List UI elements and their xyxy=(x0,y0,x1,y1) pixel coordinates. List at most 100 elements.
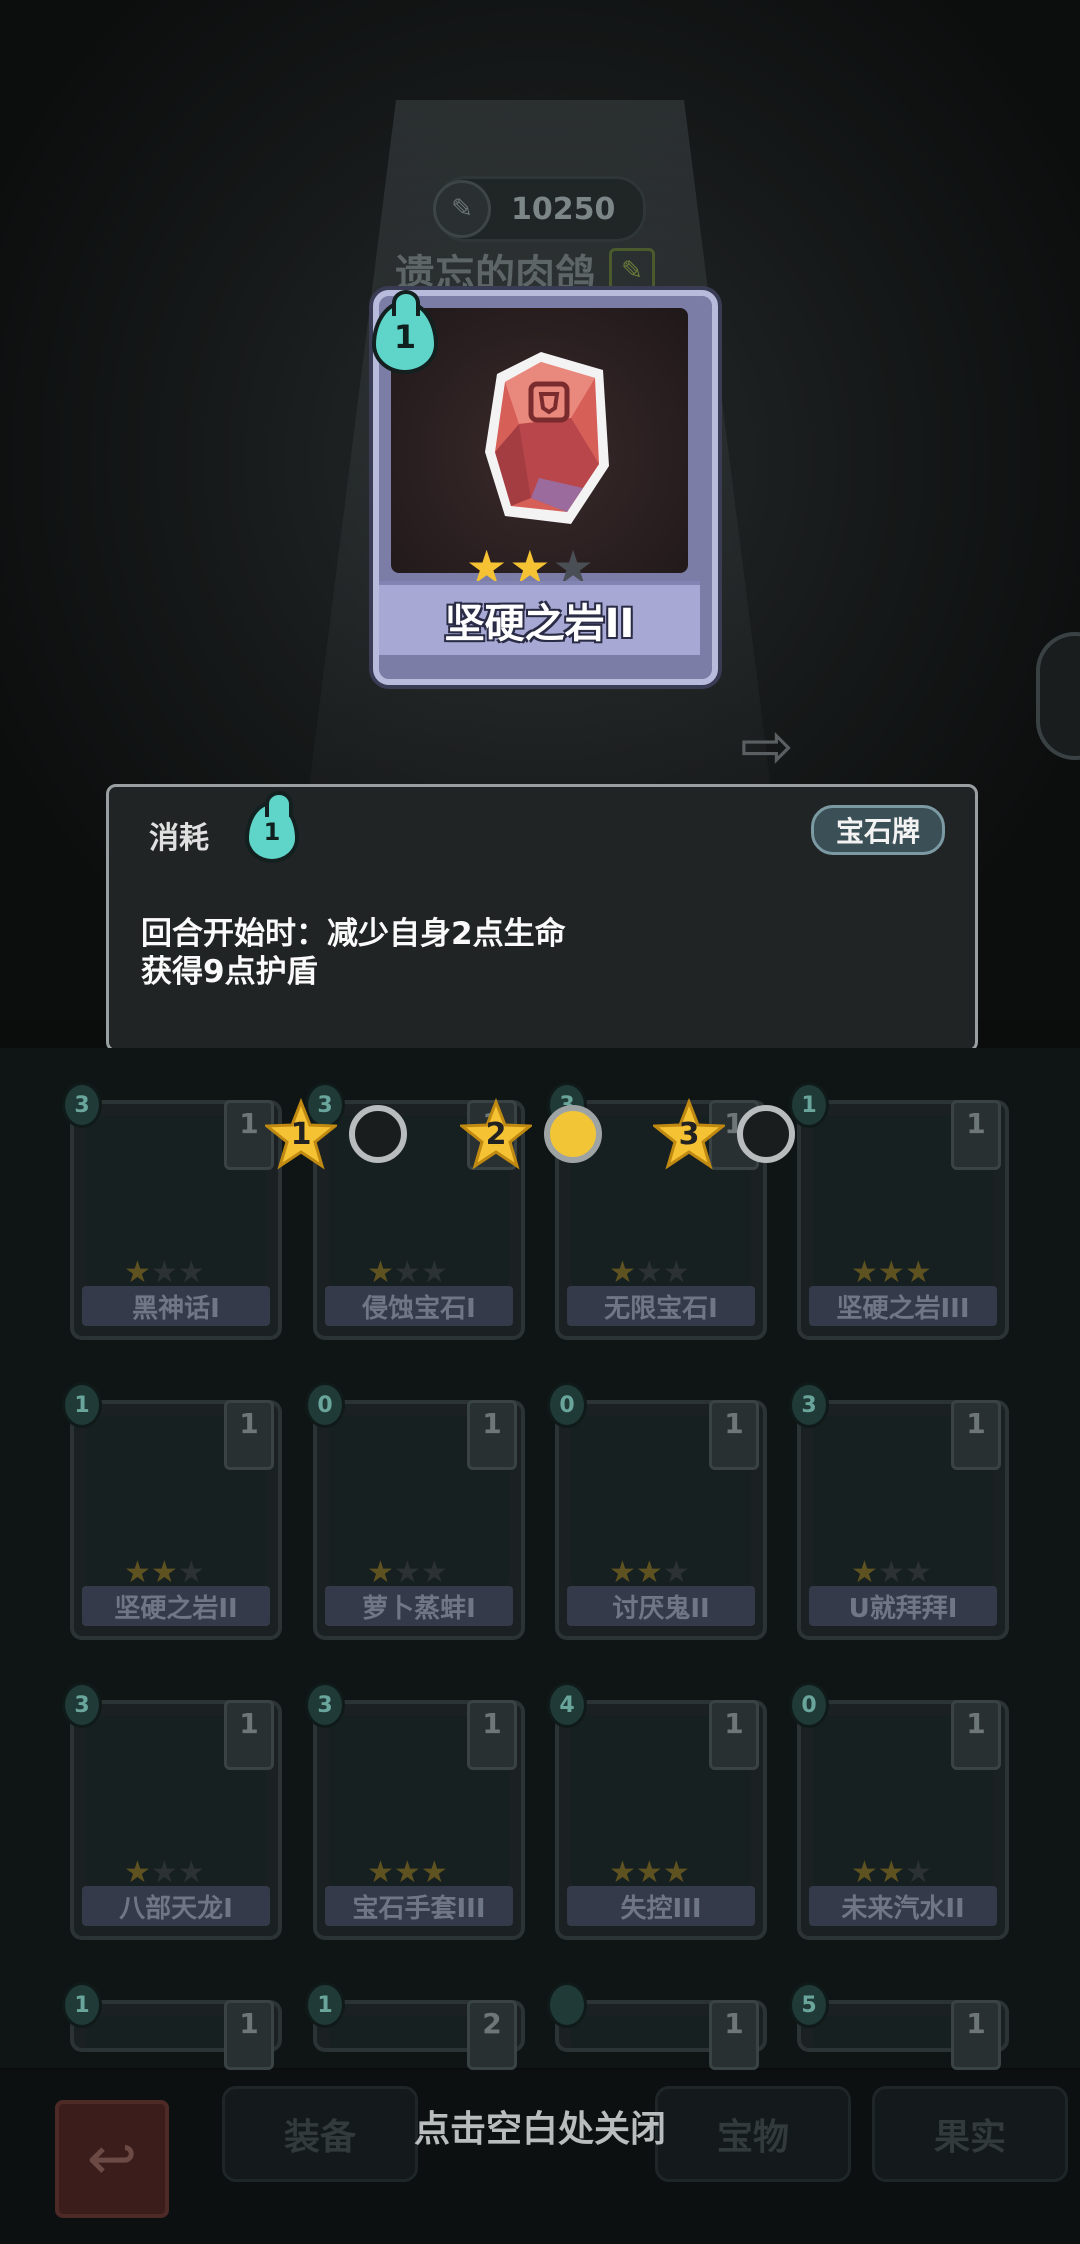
card-count-badge: 1 xyxy=(951,1100,1001,1170)
card-cost-flame-icon: 3 xyxy=(789,1382,829,1428)
star-filled-icon: ★ xyxy=(877,1855,905,1890)
consume-label: 消耗 xyxy=(149,821,209,856)
collection-card[interactable]: ★ ★ ★ 坚硬之岩II 1 1 xyxy=(62,1382,282,1640)
edit-icon[interactable]: ✎ xyxy=(609,248,655,294)
star-filled-icon: ★ xyxy=(635,1855,663,1890)
star-filled-icon: ★ xyxy=(609,1555,636,1590)
card-cost-flame-icon: 1 xyxy=(62,1982,102,2028)
star-filled-icon: ★ xyxy=(851,1555,878,1590)
card-name: 无限宝石I xyxy=(567,1286,755,1326)
star-filled-icon: ★ xyxy=(124,1255,151,1290)
card-stars: ★ ★ ★ xyxy=(609,1858,690,1888)
card-name: 宝石手套III xyxy=(325,1886,513,1926)
star-filled-icon: ★ xyxy=(124,1855,151,1890)
star-empty-icon: ★ xyxy=(662,1255,690,1290)
card-count-badge: 1 xyxy=(951,2000,1001,2070)
card-name: 黑神话I xyxy=(82,1286,270,1326)
card-count-badge: 1 xyxy=(467,1700,517,1770)
collection-card[interactable]: 11 xyxy=(62,1982,282,2070)
card-info-panel: 消耗 1 宝石牌 回合开始时：减少自身2点生命 获得9点护盾 xyxy=(106,784,978,1052)
card-cost-flame-icon: 4 xyxy=(547,1682,587,1728)
card-stars: ★ ★ ★ xyxy=(851,1558,932,1588)
card-count-badge: 1 xyxy=(224,1700,274,1770)
star-empty-icon: ★ xyxy=(904,1855,932,1890)
collection-card[interactable]: ★ ★ ★ 失控III 1 4 xyxy=(547,1682,767,1940)
consume-flame-icon: 1 xyxy=(245,791,299,863)
desc-line-2: 获得9点护盾 xyxy=(141,954,318,990)
collection-card[interactable]: ★ ★ ★ 宝石手套III 1 3 xyxy=(305,1682,525,1940)
card-stars: ★ ★ ★ xyxy=(124,1858,205,1888)
collection-card[interactable]: ★ ★ ★ U就拜拜I 1 3 xyxy=(789,1382,1009,1640)
close-hint[interactable]: 点击空白处关闭 xyxy=(0,2100,1080,2152)
card-count-badge: 1 xyxy=(709,1400,759,1470)
card-description: 回合开始时：减少自身2点生命 获得9点护盾 xyxy=(141,915,566,991)
star-empty-icon: ★ xyxy=(177,1855,205,1890)
collection-card[interactable]: 21 xyxy=(305,1982,525,2070)
card-count-badge: 1 xyxy=(467,1400,517,1470)
card-count-badge: 1 xyxy=(951,1400,1001,1470)
card-count-badge: 1 xyxy=(951,1700,1001,1770)
card-name: 讨厌鬼II xyxy=(567,1586,755,1626)
card-name: 未来汽水II xyxy=(809,1886,997,1926)
collection-card[interactable]: 15 xyxy=(789,1982,1009,2070)
card-stars: ★ ★ ★ xyxy=(124,1258,205,1288)
card-cost-flame-icon: 5 xyxy=(789,1982,829,2028)
level-star-icon: 1 xyxy=(265,1098,337,1170)
star-empty-icon: ★ xyxy=(635,1255,663,1290)
star-filled-icon: ★ xyxy=(635,1555,663,1590)
star-empty-icon: ★ xyxy=(420,1555,448,1590)
collection-card[interactable]: ★ ★ ★ 黑神话I 1 3 xyxy=(62,1082,282,1340)
star-filled-icon: ★ xyxy=(420,1855,448,1890)
card-cost-flame-icon: 0 xyxy=(305,1382,345,1428)
rock-gem-icon xyxy=(485,352,609,524)
star-filled-icon: ★ xyxy=(393,1855,421,1890)
card-stars: ★ ★ ★ xyxy=(851,1858,932,1888)
currency-value: 10250 xyxy=(511,191,616,227)
star-filled-icon: ★ xyxy=(851,1855,878,1890)
star-empty-icon: ★ xyxy=(904,1555,932,1590)
star-empty-icon: ★ xyxy=(420,1255,448,1290)
card-stars: ★ ★ ★ xyxy=(367,1858,448,1888)
card-cost-flame-icon: 0 xyxy=(547,1382,587,1428)
collection-card[interactable]: ★ ★ ★ 坚硬之岩III 1 1 xyxy=(789,1082,1009,1340)
card-stars: ★ ★ ★ xyxy=(367,1558,448,1588)
card-cost-flame-icon: 0 xyxy=(789,1682,829,1728)
level-option-2[interactable]: 2 xyxy=(460,1098,602,1170)
card-name: 八部天龙I xyxy=(82,1886,270,1926)
side-tab-button[interactable] xyxy=(1036,632,1080,760)
star-filled-icon: ★ xyxy=(662,1855,690,1890)
star-empty-icon: ★ xyxy=(662,1555,690,1590)
card-name: 萝卜蒸蚌I xyxy=(325,1586,513,1626)
card-count-badge: 2 xyxy=(467,2000,517,2070)
level-label: 1 xyxy=(290,1116,312,1152)
star-filled-icon: ★ xyxy=(609,1855,636,1890)
collection-card[interactable]: 1 xyxy=(547,1982,767,2070)
card-cost-flame-icon: 1 xyxy=(62,1382,102,1428)
card-stars: ★ ★ ★ xyxy=(367,1258,448,1288)
currency-display: ✎ 10250 xyxy=(433,176,646,242)
card-cost-flame-icon xyxy=(547,1982,587,2028)
card-cost-flame-icon: 3 xyxy=(62,1082,102,1128)
featured-cost: 1 xyxy=(393,318,417,356)
collection-card[interactable]: ★ ★ ★ 八部天龙I 1 3 xyxy=(62,1682,282,1940)
star-empty-icon: ★ xyxy=(393,1555,421,1590)
collection-card[interactable]: ★ ★ ★ 讨厌鬼II 1 0 xyxy=(547,1382,767,1640)
level-radio-selected[interactable] xyxy=(544,1105,602,1163)
collection-card[interactable]: ★ ★ ★ 未来汽水II 1 0 xyxy=(789,1682,1009,1940)
level-radio[interactable] xyxy=(737,1105,795,1163)
star-filled-icon: ★ xyxy=(609,1255,636,1290)
star-filled-icon: ★ xyxy=(150,1555,178,1590)
level-label: 3 xyxy=(678,1116,700,1152)
card-stars: ★ ★ ★ xyxy=(609,1258,690,1288)
card-count-badge: 1 xyxy=(224,1400,274,1470)
card-stars: ★ ★ ★ xyxy=(609,1558,690,1588)
level-option-1[interactable]: 1 xyxy=(265,1098,407,1170)
star-empty-icon: ★ xyxy=(150,1255,178,1290)
collection-card[interactable]: ★ ★ ★ 萝卜蒸蚌I 1 0 xyxy=(305,1382,525,1640)
card-stars: ★ ★ ★ xyxy=(851,1258,932,1288)
star-filled-icon: ★ xyxy=(904,1255,932,1290)
star-filled-icon: ★ xyxy=(124,1555,151,1590)
card-cost-flame-icon: 1 xyxy=(305,1982,345,2028)
level-radio[interactable] xyxy=(349,1105,407,1163)
level-option-3[interactable]: 3 xyxy=(653,1098,795,1170)
